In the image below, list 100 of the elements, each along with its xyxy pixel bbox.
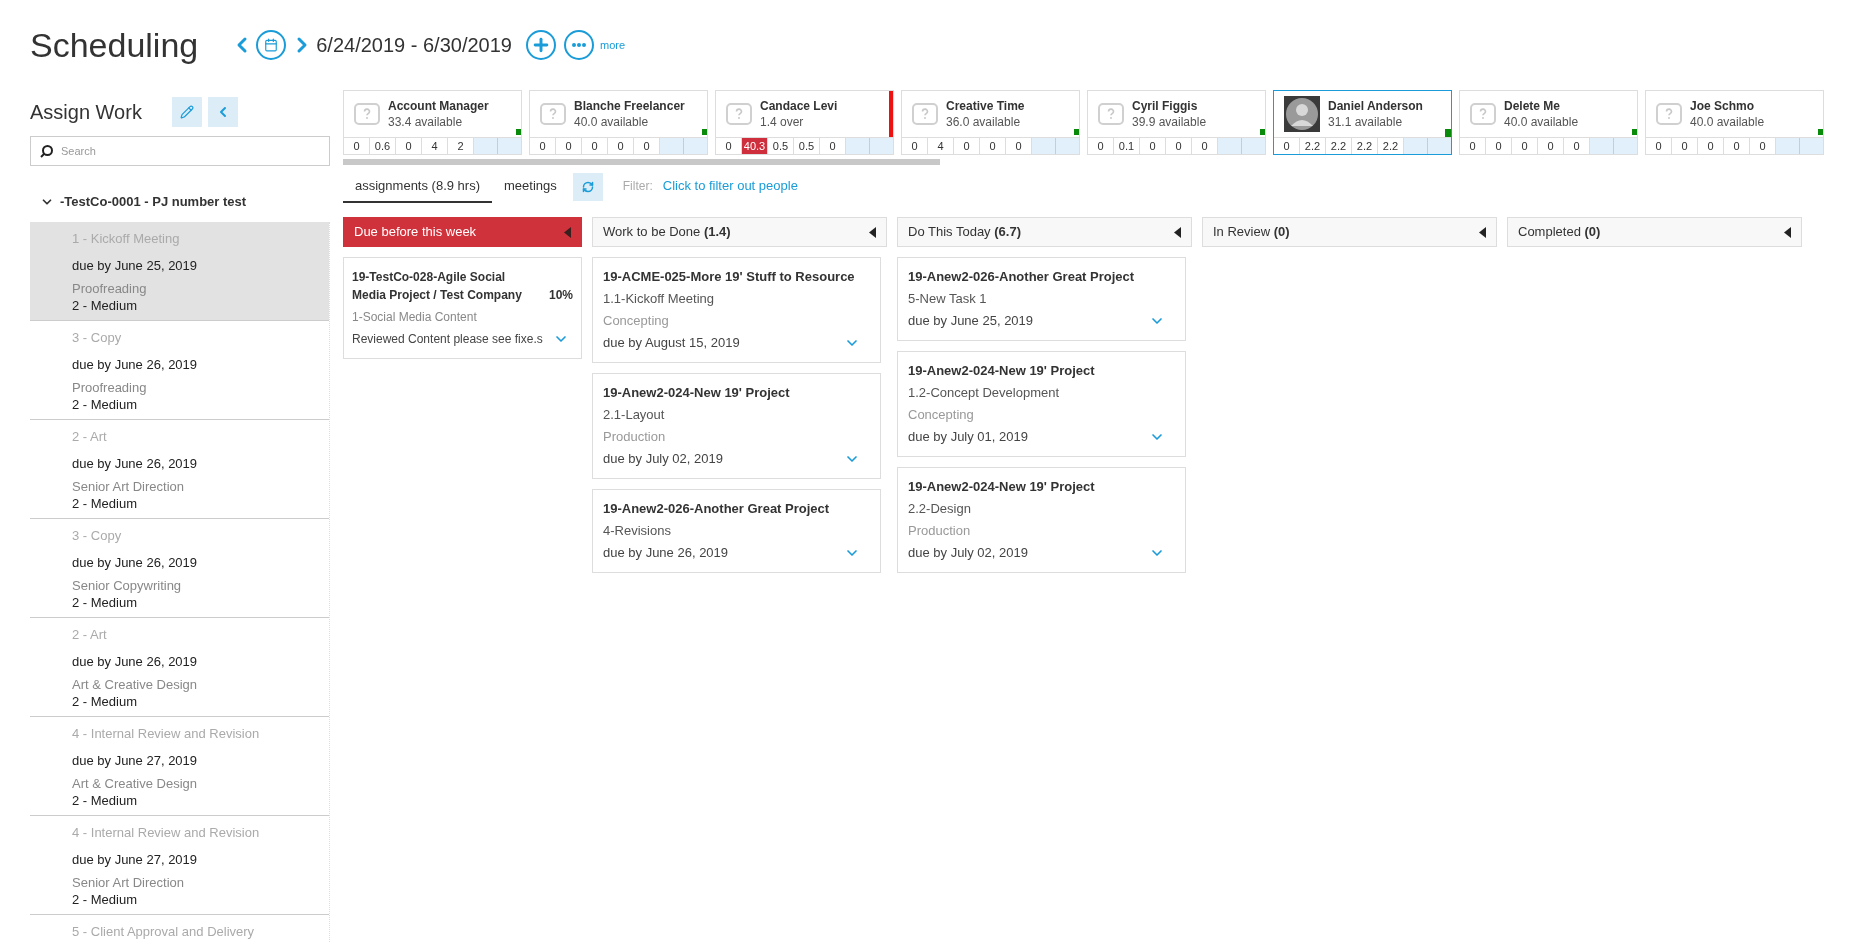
hours-cell: 2.2: [1326, 138, 1352, 154]
hours-cell: 0.1: [1114, 138, 1140, 154]
phase-label: 3 - Copy: [72, 329, 122, 346]
person-card[interactable]: Creative Time 36.0 available 0 4 0 0 0: [901, 90, 1080, 155]
available-indicator: [1260, 129, 1265, 135]
availability: 1.4 over: [760, 114, 805, 130]
column-header[interactable]: Do This Today (6.7): [897, 217, 1192, 247]
person-name: Joe Schmo: [1690, 98, 1756, 114]
project-title: 19-Anew2-024-New 19' Project: [603, 384, 790, 402]
phase-label: 1 - Kickoff Meeting: [72, 230, 180, 247]
placeholder-avatar-icon: [354, 103, 380, 125]
collapse-caret-icon[interactable]: [869, 226, 876, 238]
column-header[interactable]: In Review (0): [1202, 217, 1497, 247]
person-name: Daniel Anderson: [1328, 98, 1423, 114]
role-label: Art & Creative Design: [72, 775, 197, 792]
search-field[interactable]: Search: [30, 136, 330, 166]
assignment-card[interactable]: 19-Anew2-026-Another Great Project 4-Revisions due by June 26, 2019: [592, 489, 881, 573]
hours-cell: 0: [1646, 138, 1672, 154]
project-title: 19-ACME-025-More 19' Stuff to Resource: [603, 268, 855, 286]
placeholder-avatar-icon: [540, 103, 566, 125]
availability: 40.0 available: [1690, 114, 1765, 130]
phase-label: 5 - Client Approval and Delivery: [72, 923, 255, 940]
availability: 33.4 available: [388, 114, 464, 130]
hours-cell: 0: [902, 138, 928, 154]
collapse-panel-button[interactable]: [207, 97, 238, 127]
availability: 40.0 available: [574, 114, 650, 130]
availability: 40.0 available: [1504, 114, 1579, 130]
column-header[interactable]: Completed (0): [1507, 217, 1802, 247]
calendar-icon: [264, 38, 279, 52]
group-header[interactable]: -TestCo-0001 - PJ number test: [30, 190, 247, 214]
due-date: due by July 01, 2019: [908, 428, 1028, 446]
avatar-icon: [1284, 96, 1320, 132]
person-name: Account Manager: [388, 98, 489, 114]
person-card[interactable]: Candace Levi 1.4 over 0 40.3 0.5 0.5 0: [715, 90, 894, 155]
role-label: Senior Art Direction: [72, 874, 184, 891]
hours-cell: 0: [1672, 138, 1698, 154]
assignment-item[interactable]: 1 - Kickoff Meeting due by June 25, 2019 Proofreading 2 - Medium: [30, 222, 329, 321]
project-title: 19-TestCo-028-Agile Social Media Project / Test Company: [352, 269, 523, 304]
due-date: due by June 26, 2019: [72, 455, 198, 472]
more-options-button[interactable]: [564, 30, 594, 60]
task-name: 2.1-Layout: [603, 406, 665, 424]
section-title: Assign Work: [30, 100, 142, 125]
assignment-card[interactable]: 19-TestCo-028-Agile Social Media Project / Test Company 10% 1-Social Media Content Reviewed Content please see fixe.s: [343, 257, 582, 359]
role-label: Senior Art Direction: [72, 478, 184, 495]
person-card[interactable]: Delete Me 40.0 available 0 0 0 0 0: [1459, 90, 1638, 155]
tab[interactable]: meetings: [492, 175, 569, 203]
hours-cell: 0: [1140, 138, 1166, 154]
available-indicator: [1818, 129, 1823, 135]
hours-cell: 0.5: [768, 138, 794, 154]
person-card[interactable]: Joe Schmo 40.0 available 0 0 0 0 0: [1645, 90, 1824, 155]
hours-cell: 0: [608, 138, 634, 154]
due-date: due by July 02, 2019: [603, 450, 723, 468]
due-date: due by June 26, 2019: [72, 356, 198, 373]
role-label: Production: [603, 428, 666, 446]
person-card[interactable]: Cyril Figgis 39.9 available 0 0.1 0 0 0: [1087, 90, 1266, 155]
hours-cell: 0: [1486, 138, 1512, 154]
priority-label: 2 - Medium: [72, 792, 138, 809]
add-button[interactable]: [526, 30, 556, 60]
hours-cell: 0: [1698, 138, 1724, 154]
calendar-button[interactable]: [256, 30, 287, 60]
placeholder-avatar-icon: [912, 103, 938, 125]
hours-cell: 0: [1460, 138, 1486, 154]
column-header[interactable]: Due before this week: [343, 217, 582, 247]
person-card[interactable]: Blanche Freelancer 40.0 available 0 0 0 0 0: [529, 90, 708, 155]
hours-cell: 0: [1724, 138, 1750, 154]
person-card[interactable]: Daniel Anderson 31.1 available 0 2.2 2.2 2.2 2.2: [1273, 90, 1452, 155]
refresh-button[interactable]: [572, 173, 603, 201]
collapse-caret-icon[interactable]: [1784, 226, 1791, 238]
assignment-card[interactable]: 19-Anew2-026-Another Great Project 5-New Task 1 due by June 25, 2019: [897, 257, 1186, 341]
hours-cell: 40.3: [742, 138, 768, 154]
role-label: Proofreading: [72, 379, 147, 396]
assignment-card[interactable]: 19-Anew2-024-New 19' Project 2.1-Layout Production due by July 02, 2019: [592, 373, 881, 479]
availability: 39.9 available: [1132, 114, 1207, 130]
due-date: due by June 25, 2019: [72, 257, 198, 274]
assignment-card[interactable]: 19-Anew2-024-New 19' Project 2.2-Design Production due by July 02, 2019: [897, 467, 1186, 573]
column-header[interactable]: Work to be Done (1.4): [592, 217, 887, 247]
assignment-card[interactable]: 19-Anew2-024-New 19' Project 1.2-Concept Development Concepting due by July 01, 2019: [897, 351, 1186, 457]
role-label: Concepting: [603, 312, 669, 330]
hours-cell: 0: [1166, 138, 1192, 154]
percent-complete: 10%: [548, 287, 573, 304]
refresh-icon: [581, 181, 594, 193]
hours-cell: 0: [1538, 138, 1564, 154]
edit-button[interactable]: [171, 97, 202, 127]
priority-label: 2 - Medium: [72, 396, 138, 413]
task-name: 1.1-Kickoff Meeting: [603, 290, 715, 308]
collapse-caret-icon[interactable]: [1174, 226, 1181, 238]
priority-label: 2 - Medium: [72, 891, 138, 908]
project-title: 19-Anew2-024-New 19' Project: [908, 478, 1095, 496]
role-label: Production: [908, 522, 971, 540]
placeholder-avatar-icon: [1098, 103, 1124, 125]
person-name: Creative Time: [946, 98, 1025, 114]
due-date: due by June 27, 2019: [72, 851, 198, 868]
person-card[interactable]: Account Manager 33.4 available 0 0.6 0 4 2: [343, 90, 522, 155]
tab[interactable]: assignments (8.9 hrs): [343, 175, 492, 203]
due-date: due by June 26, 2019: [603, 544, 729, 562]
pencil-icon: [179, 105, 194, 119]
over-capacity-bar: [889, 91, 893, 137]
collapse-caret-icon[interactable]: [1479, 226, 1486, 238]
assignment-card[interactable]: 19-ACME-025-More 19' Stuff to Resource 1.1-Kickoff Meeting Concepting due by August 15, 2019: [592, 257, 881, 363]
task-name: 1-Social Media Content: [352, 309, 477, 326]
